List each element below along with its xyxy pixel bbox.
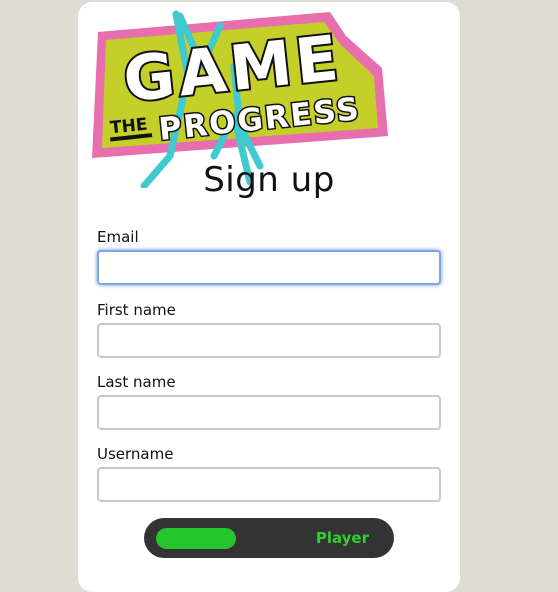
first-name-label: First name (97, 301, 176, 319)
toggle-knob[interactable] (156, 528, 236, 549)
role-toggle[interactable]: Player (144, 518, 394, 558)
email-label: Email (97, 228, 139, 246)
username-label: Username (97, 445, 174, 463)
last-name-label: Last name (97, 373, 176, 391)
page-title: Sign up (203, 160, 335, 200)
last-name-field[interactable] (97, 395, 441, 430)
first-name-field[interactable] (97, 323, 441, 358)
email-field[interactable] (97, 250, 441, 285)
username-field[interactable] (97, 467, 441, 502)
role-toggle-label: Player (315, 529, 369, 547)
